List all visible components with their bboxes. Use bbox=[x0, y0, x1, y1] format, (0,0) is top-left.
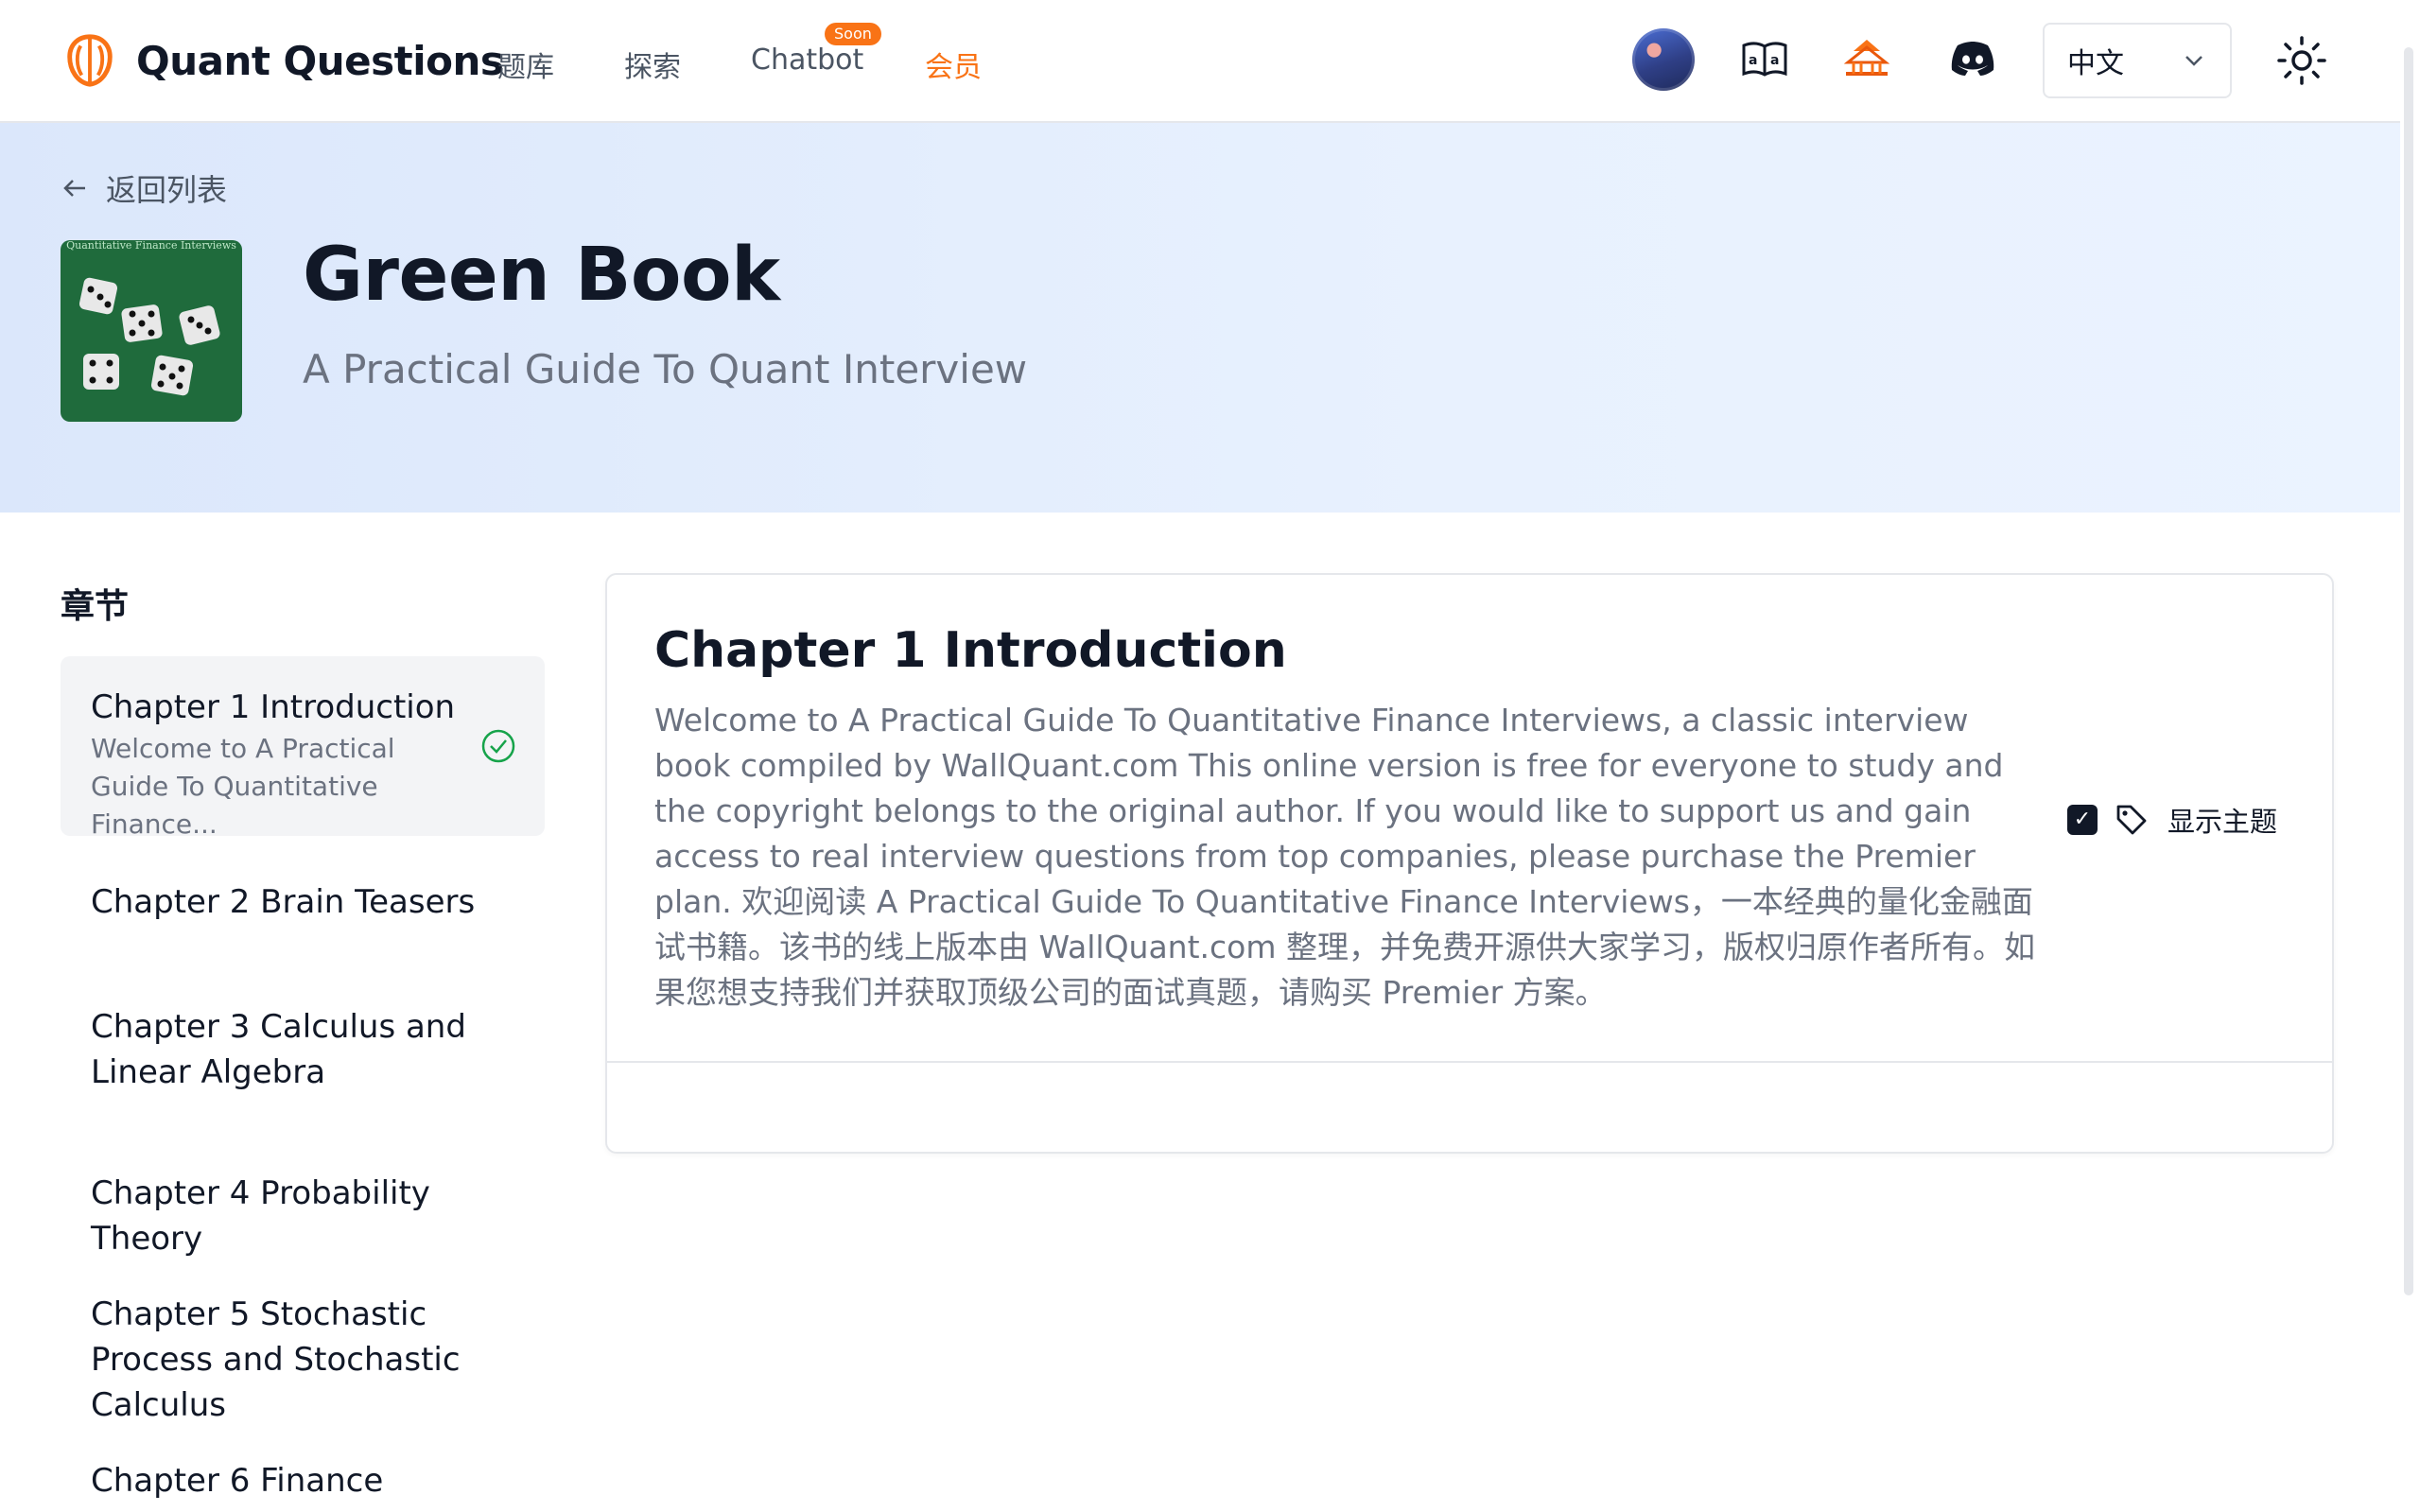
brand-home-link[interactable]: Quant Questions bbox=[61, 30, 504, 91]
chapter-intro-text: Welcome to A Practical Guide To Quantita… bbox=[654, 702, 2035, 1011]
show-topics-checkbox[interactable]: ✓ bbox=[2067, 805, 2098, 835]
chapter-item-2[interactable]: Chapter 2 Brain Teasers bbox=[61, 879, 496, 925]
card-divider bbox=[607, 1061, 2332, 1063]
nav-membership[interactable]: 会员 bbox=[925, 43, 982, 85]
back-label: 返回列表 bbox=[106, 172, 228, 208]
tag-icon bbox=[2116, 805, 2147, 835]
chapter-item-3[interactable]: Chapter 3 Calculus and Linear Algebra bbox=[61, 1004, 496, 1095]
show-topics-label: 显示主题 bbox=[2168, 806, 2278, 838]
pagoda-icon[interactable] bbox=[1840, 32, 1893, 85]
chapter-description: Welcome to A Practical Guide To Quantita… bbox=[91, 733, 395, 840]
brand-name: Quant Questions bbox=[136, 37, 504, 84]
discord-icon[interactable] bbox=[1946, 32, 1999, 85]
chapter-label: Chapter 6 Finance bbox=[91, 1462, 384, 1500]
chapters-heading: 章节 bbox=[61, 587, 130, 626]
nav-chatbot[interactable]: Chatbot bbox=[751, 43, 863, 77]
top-navigation-bar: Quant Questions 题库 探索 Chatbot Soon 会员 a … bbox=[0, 0, 2400, 123]
chapter-label: Chapter 5 Stochastic Process and Stochas… bbox=[91, 1295, 461, 1424]
sun-icon[interactable] bbox=[2273, 32, 2330, 89]
arrow-left-icon bbox=[63, 180, 85, 197]
show-topics-toggle[interactable]: ✓ 显示主题 bbox=[2067, 800, 2277, 840]
page-scrollbar-thumb[interactable] bbox=[2404, 47, 2413, 1295]
chapter-label: Chapter 1 Introduction bbox=[91, 688, 456, 726]
svg-text:a: a bbox=[1749, 53, 1757, 68]
language-value: 中文 bbox=[2067, 47, 2124, 80]
chapter-item-5[interactable]: Chapter 5 Stochastic Process and Stochas… bbox=[61, 1292, 545, 1428]
chapter-label: Chapter 2 Brain Teasers bbox=[91, 883, 476, 921]
chapter-label: Chapter 4 Probability Theory bbox=[91, 1174, 430, 1258]
nav-explore[interactable]: 探索 bbox=[624, 43, 681, 85]
svg-text:a: a bbox=[1770, 53, 1779, 68]
back-to-list-link[interactable]: 返回列表 bbox=[61, 166, 227, 210]
check-circle-icon bbox=[481, 729, 515, 763]
chapter-content-card: Chapter 1 Introduction Welcome to A Prac… bbox=[605, 573, 2334, 1154]
book-icon[interactable]: a a bbox=[1738, 32, 1791, 85]
book-header: 返回列表 Quantitative Finance Interviews Gre… bbox=[0, 123, 2400, 513]
book-cover-image: Quantitative Finance Interviews bbox=[61, 240, 242, 422]
language-select[interactable]: 中文 bbox=[2043, 23, 2232, 98]
chevron-down-icon bbox=[2185, 56, 2202, 66]
brain-logo-icon bbox=[67, 34, 113, 87]
chapter-title: Chapter 1 Introduction bbox=[654, 622, 1287, 679]
book-title: Green Book bbox=[303, 233, 780, 318]
book-subtitle: A Practical Guide To Quant Interview bbox=[303, 346, 1028, 392]
chapter-item-6[interactable]: Chapter 6 Finance bbox=[61, 1458, 496, 1503]
avatar[interactable] bbox=[1632, 28, 1695, 91]
soon-badge: Soon bbox=[825, 23, 881, 45]
chapter-label: Chapter 3 Calculus and Linear Algebra bbox=[91, 1008, 466, 1091]
nav-question-bank[interactable]: 题库 bbox=[497, 43, 554, 85]
chapter-item-1[interactable]: Chapter 1 Introduction Welcome to A Prac… bbox=[61, 656, 545, 840]
chapter-item-4[interactable]: Chapter 4 Probability Theory bbox=[61, 1171, 545, 1261]
